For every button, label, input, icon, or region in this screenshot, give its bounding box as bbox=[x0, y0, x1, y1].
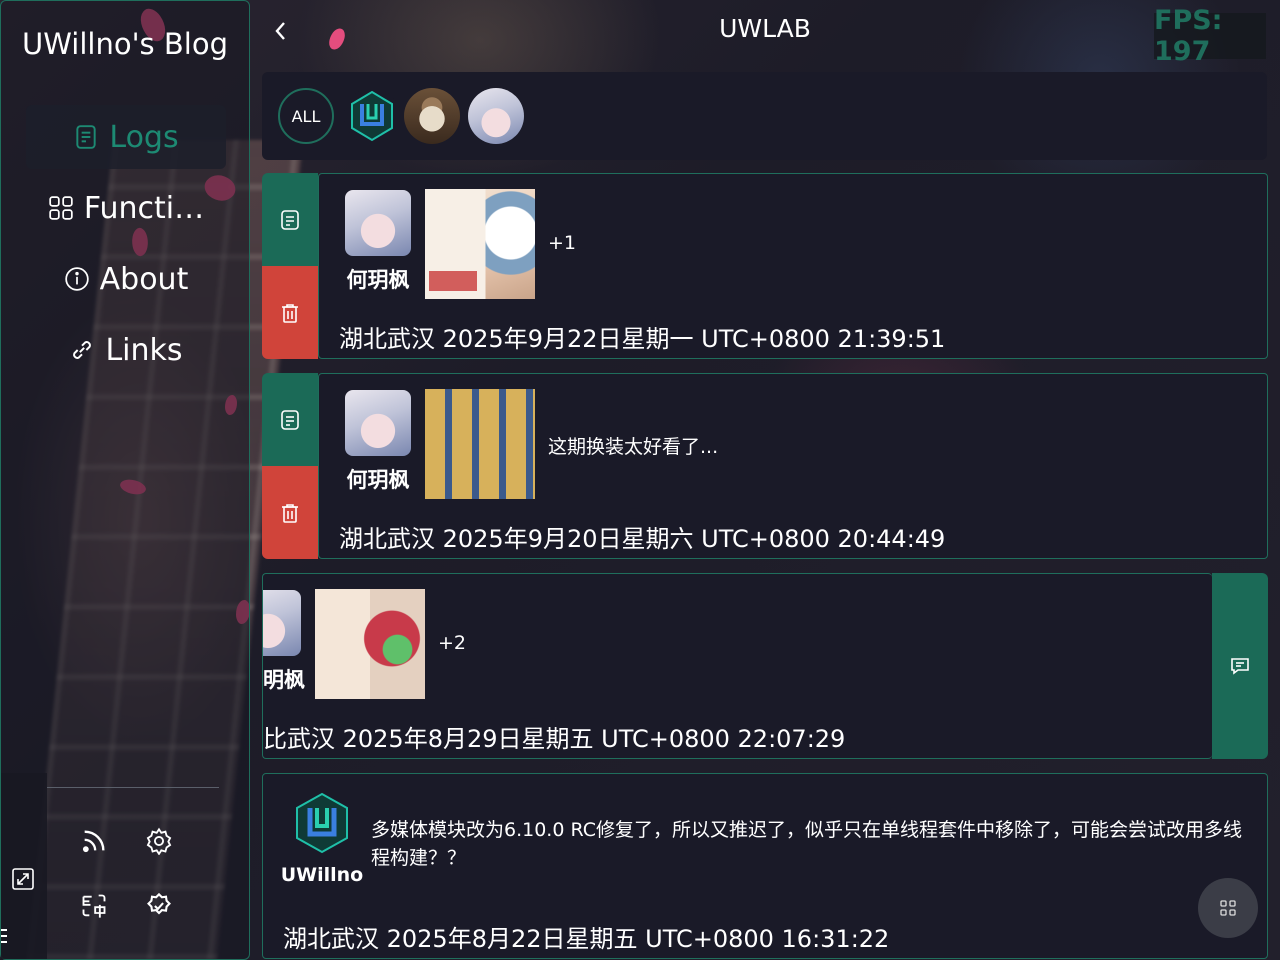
nav-label: About bbox=[99, 261, 189, 297]
delete-log-button[interactable] bbox=[262, 466, 318, 559]
menu-icon[interactable] bbox=[1, 926, 9, 946]
log-card[interactable]: 何玥枫 这期换装太好看了... 湖北武汉 2025年9月20日星期六 UTC+0… bbox=[318, 373, 1268, 559]
log-location-time: 湖北武汉 2025年9月20日星期六 UTC+0800 20:44:49 bbox=[339, 525, 946, 553]
document-icon bbox=[76, 125, 97, 149]
log-card[interactable]: 何玥枫 +1 湖北武汉 2025年9月22日星期一 UTC+0800 21:39… bbox=[318, 173, 1268, 359]
log-location-time: 湖北武汉 2025年9月22日星期一 UTC+0800 21:39:51 bbox=[339, 325, 946, 353]
grid-icon bbox=[49, 196, 73, 220]
info-icon bbox=[64, 267, 89, 291]
sidebar-divider bbox=[47, 787, 219, 788]
author-avatar bbox=[345, 190, 411, 256]
floating-menu-button[interactable] bbox=[1198, 878, 1258, 938]
nav-label: Functi… bbox=[83, 190, 205, 226]
comment-icon bbox=[1231, 658, 1249, 675]
author-avatar bbox=[289, 790, 355, 856]
trash-icon bbox=[282, 503, 298, 523]
nav-label: Logs bbox=[109, 119, 179, 155]
back-button[interactable] bbox=[270, 18, 292, 44]
filter-all-chip[interactable]: ALL bbox=[278, 88, 334, 144]
edit-log-button[interactable] bbox=[262, 173, 318, 266]
sidebar: UWillno's Blog Logs Functi… About Links bbox=[0, 0, 250, 960]
extra-images-count: +1 bbox=[548, 232, 577, 254]
log-message: 多媒体模块改为6.10.0 RC修复了，所以又推迟了，似乎只在单线程套件中移除了… bbox=[371, 819, 1242, 869]
author-name: UWillno bbox=[280, 864, 364, 886]
settings-gear-icon[interactable] bbox=[145, 827, 173, 855]
filter-girl-avatar[interactable] bbox=[468, 88, 524, 144]
petal-decoration bbox=[327, 26, 347, 52]
log-location-time: 比武汉 2025年8月29日星期五 UTC+0800 22:07:29 bbox=[263, 725, 846, 753]
page-title: UWLAB bbox=[719, 14, 811, 43]
author-name: 何玥枫 bbox=[346, 468, 410, 492]
delete-log-button[interactable] bbox=[262, 266, 318, 359]
author-name: 明枫 bbox=[263, 668, 305, 692]
log-location-time: 湖北武汉 2025年8月22日星期五 UTC+0800 16:31:22 bbox=[283, 925, 890, 953]
log-actions bbox=[262, 373, 318, 559]
nav-item-links[interactable]: Links bbox=[26, 318, 226, 382]
extra-images-count: +2 bbox=[438, 632, 467, 654]
nav-item-functions[interactable]: Functi… bbox=[26, 176, 226, 240]
uwillno-logo-icon bbox=[296, 792, 348, 854]
nav-item-about[interactable]: About bbox=[26, 247, 226, 311]
log-card[interactable]: 明枫 +2 比武汉 2025年8月29日星期五 UTC+0800 22:07:2… bbox=[262, 573, 1212, 759]
author-avatar bbox=[263, 590, 301, 656]
nav-label: Links bbox=[105, 332, 183, 368]
expand-icon[interactable] bbox=[11, 867, 35, 891]
filter-uwillno-avatar[interactable] bbox=[344, 88, 400, 144]
log-message: 这期换装太好看了... bbox=[548, 436, 719, 458]
comment-button[interactable] bbox=[1212, 573, 1268, 759]
log-image-thumbnail[interactable] bbox=[425, 189, 535, 299]
rss-icon[interactable] bbox=[80, 827, 108, 855]
theme-settings-icon[interactable] bbox=[145, 892, 173, 920]
log-card[interactable]: UWillno 多媒体模块改为6.10.0 RC修复了，所以又推迟了，似乎只在单… bbox=[262, 773, 1268, 959]
author-avatar bbox=[345, 390, 411, 456]
trash-icon bbox=[282, 303, 298, 323]
log-image-thumbnail[interactable] bbox=[315, 589, 425, 699]
fps-counter: FPS: 197 bbox=[1154, 5, 1266, 67]
edit-log-button[interactable] bbox=[262, 373, 318, 466]
document-icon bbox=[281, 209, 299, 230]
blog-title: UWillno's Blog bbox=[22, 27, 228, 61]
author-filter-bar: ALL bbox=[262, 72, 1267, 160]
log-actions bbox=[262, 173, 318, 359]
author-name: 何玥枫 bbox=[346, 268, 410, 292]
filter-cat-avatar[interactable] bbox=[404, 88, 460, 144]
grid-icon bbox=[1220, 900, 1236, 916]
document-icon bbox=[281, 409, 299, 430]
nav-item-logs[interactable]: Logs bbox=[26, 105, 226, 169]
log-image-thumbnail[interactable] bbox=[425, 389, 535, 499]
link-icon bbox=[73, 341, 92, 359]
uwillno-logo-icon bbox=[344, 88, 400, 144]
translate-icon[interactable] bbox=[80, 892, 108, 920]
